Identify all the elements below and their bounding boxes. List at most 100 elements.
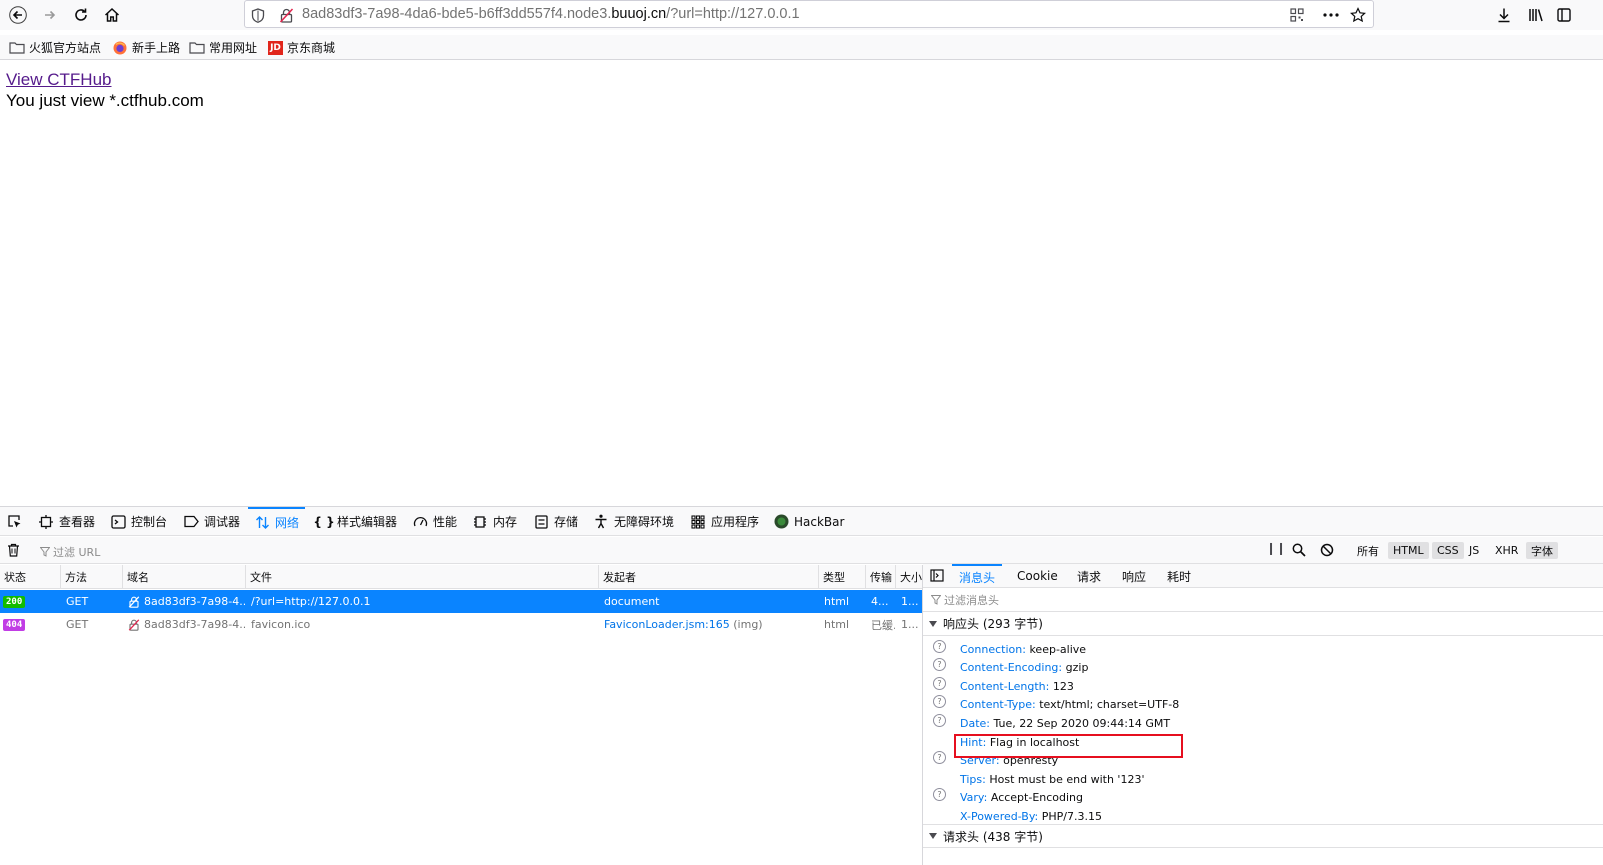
block-icon[interactable] (1320, 543, 1334, 560)
filter-font-button[interactable]: 字体 (1526, 542, 1558, 559)
help-icon[interactable]: ? (933, 695, 946, 708)
tab-timings[interactable]: 耗时 (1167, 564, 1191, 588)
tab-hackbar[interactable]: HackBar (773, 507, 844, 536)
tab-memory[interactable]: 内存 (472, 507, 517, 536)
bookmark-jd-mall[interactable]: JD 京东商城 (268, 39, 335, 56)
filter-js-button[interactable]: JS (1464, 542, 1484, 559)
forward-button[interactable] (37, 3, 63, 27)
col-type[interactable]: 类型 (818, 565, 865, 589)
filter-all-button[interactable]: 所有 (1352, 542, 1384, 559)
col-method[interactable]: 方法 (60, 565, 122, 589)
view-ctfhub-link[interactable]: View CTFHub (6, 70, 112, 90)
tab-label: HackBar (794, 514, 845, 529)
bookmark-firefox-official[interactable]: 火狐官方站点 (9, 39, 101, 56)
response-headers-section[interactable]: 响应头 (293 字节) (923, 612, 1603, 636)
tab-performance[interactable]: 性能 (412, 507, 457, 536)
filter-xhr-button[interactable]: XHR (1490, 542, 1523, 559)
tab-style-editor[interactable]: { } 样式编辑器 (313, 507, 398, 536)
debugger-icon (183, 514, 199, 530)
tab-application[interactable]: 应用程序 (690, 507, 759, 536)
help-icon[interactable]: ? (933, 788, 946, 801)
table-row[interactable]: 404 GET 8ad83df3-7a98-4... favicon.ico F… (0, 613, 922, 636)
cell-transferred: 已缓... (871, 618, 895, 632)
pause-icon[interactable]: ❙❙ (1266, 541, 1286, 555)
filter-url-placeholder: 过滤 URL (53, 546, 101, 559)
header-name: Date: (960, 716, 990, 730)
tab-label: 性能 (433, 515, 458, 529)
console-icon (110, 514, 126, 530)
col-status[interactable]: 状态 (0, 565, 60, 589)
header-value: text/html; charset=UTF-8 (1039, 697, 1180, 711)
storage-icon (533, 514, 549, 530)
braces-icon: { } (313, 514, 335, 529)
toggle-panel-icon[interactable] (930, 569, 944, 585)
header-value: keep-alive (1029, 642, 1087, 656)
header-name: Content-Length: (960, 679, 1050, 693)
bookmark-label: 火狐官方站点 (29, 41, 102, 55)
home-button[interactable] (99, 3, 125, 27)
help-icon[interactable]: ? (933, 658, 946, 671)
initiator-extra: (img) (733, 618, 763, 631)
bookmark-star-icon[interactable] (1349, 6, 1367, 24)
filter-html-button[interactable]: HTML (1388, 542, 1429, 559)
request-headers-section[interactable]: 请求头 (438 字节) (923, 824, 1603, 848)
tab-storage[interactable]: 存储 (533, 507, 578, 536)
cell-file: favicon.ico (251, 618, 311, 631)
tab-label: 样式编辑器 (337, 515, 398, 529)
tab-debugger[interactable]: 调试器 (183, 507, 240, 536)
reload-button[interactable] (68, 3, 94, 27)
shield-icon[interactable] (249, 6, 267, 24)
bookmark-common-sites[interactable]: 常用网址 (189, 39, 257, 56)
tab-accessibility[interactable]: 无障碍环境 (593, 507, 674, 536)
section-title: 响应头 (293 字节) (943, 617, 1043, 631)
qr-code-icon[interactable] (1288, 6, 1306, 24)
tab-cookie[interactable]: Cookie (1017, 564, 1058, 588)
cell-method: GET (66, 618, 89, 631)
header-name: Connection: (960, 642, 1026, 656)
tab-inspector[interactable]: 查看器 (38, 507, 95, 536)
tab-response[interactable]: 响应 (1122, 564, 1146, 588)
tab-console[interactable]: 控制台 (110, 507, 167, 536)
tab-request[interactable]: 请求 (1077, 564, 1101, 588)
filter-url-input[interactable]: 过滤 URL (40, 544, 100, 560)
element-picker-button[interactable] (6, 507, 27, 536)
bookmark-getting-started[interactable]: 新手上路 (112, 39, 180, 56)
col-domain[interactable]: 域名 (122, 565, 245, 589)
insecure-lock-icon[interactable] (277, 6, 295, 24)
filter-headers-input[interactable]: 过滤消息头 (923, 589, 1603, 612)
col-size[interactable]: 大小 (895, 565, 922, 589)
url-text[interactable]: 8ad83df3-7a98-4da6-bde5-b6ff3dd557f4.nod… (302, 6, 800, 22)
network-arrows-icon (254, 515, 270, 531)
col-initiator[interactable]: 发起者 (598, 565, 818, 589)
cell-initiator: document (604, 595, 660, 608)
status-badge: 200 (3, 595, 26, 608)
url-bar[interactable]: 8ad83df3-7a98-4da6-bde5-b6ff3dd557f4.nod… (244, 0, 1374, 28)
tab-headers[interactable]: 消息头 (952, 564, 1003, 588)
back-button[interactable] (5, 3, 31, 27)
memory-chip-icon (472, 514, 488, 530)
expand-triangle-icon (929, 620, 937, 627)
help-icon[interactable]: ? (933, 751, 946, 764)
library-icon[interactable] (1525, 4, 1547, 26)
cell-size: 1... (901, 595, 919, 608)
col-file[interactable]: 文件 (245, 565, 598, 589)
devtools-tab-bar: 查看器 控制台 调试器 网络 { } 样式编辑器 性能 内存 存储 无障碍环境 … (0, 507, 1603, 536)
sidebar-icon[interactable] (1553, 4, 1575, 26)
table-row[interactable]: 200 GET 8ad83df3-7a98-4... /?url=http://… (0, 590, 922, 613)
cell-initiator: FaviconLoader.jsm:165 (img) (598, 613, 818, 636)
tab-network[interactable]: 网络 (248, 507, 306, 536)
trash-icon[interactable] (7, 543, 20, 560)
col-transferred[interactable]: 传输 (865, 565, 895, 589)
header-value: Tue, 22 Sep 2020 09:44:14 GMT (993, 716, 1171, 730)
cell-type: html (824, 618, 850, 631)
help-icon[interactable]: ? (933, 714, 946, 727)
downloads-icon[interactable] (1493, 4, 1515, 26)
search-icon[interactable] (1292, 543, 1306, 560)
inspector-icon (38, 514, 54, 530)
initiator-link[interactable]: FaviconLoader.jsm:165 (604, 618, 730, 631)
help-icon[interactable]: ? (933, 677, 946, 690)
page-actions-icon[interactable] (1322, 6, 1340, 24)
help-icon[interactable]: ? (933, 640, 946, 653)
header-name: Tips: (960, 772, 986, 786)
filter-css-button[interactable]: CSS (1432, 542, 1464, 559)
